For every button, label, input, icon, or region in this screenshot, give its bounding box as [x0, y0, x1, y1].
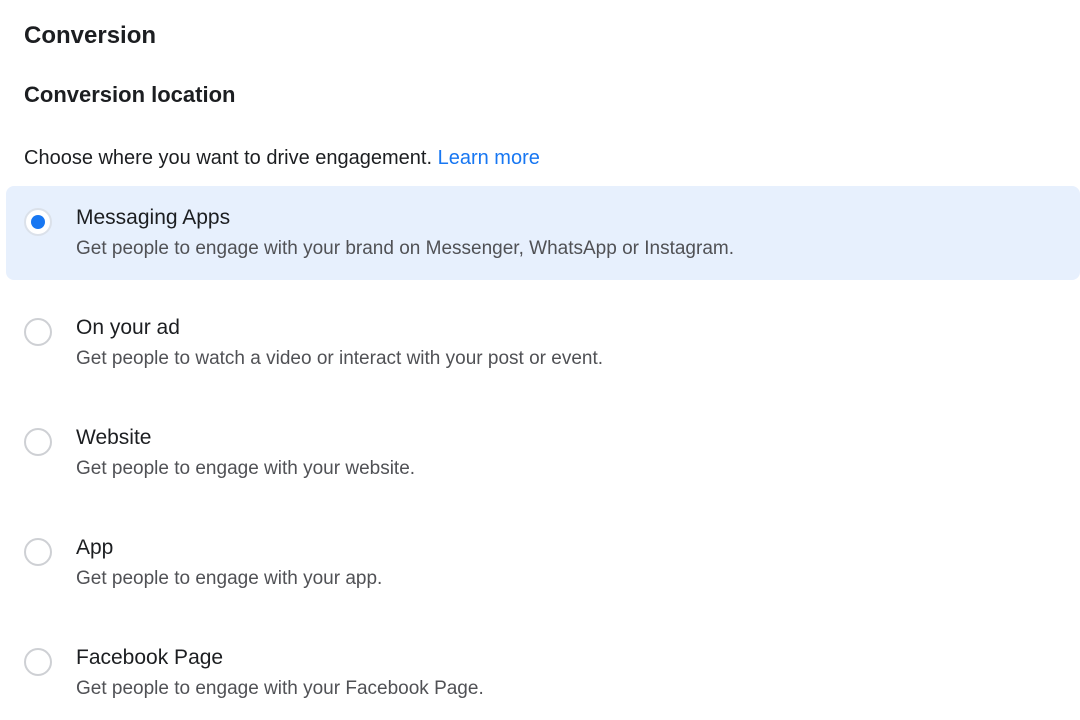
- radio-on-your-ad[interactable]: [24, 318, 52, 346]
- option-description: Get people to engage with your app.: [76, 566, 382, 592]
- option-website[interactable]: Website Get people to engage with your w…: [6, 406, 1080, 500]
- option-description: Get people to engage with your Facebook …: [76, 676, 484, 702]
- option-description: Get people to engage with your website.: [76, 456, 415, 482]
- radio-messaging-apps[interactable]: [24, 208, 52, 236]
- option-title: On your ad: [76, 314, 603, 342]
- radio-facebook-page[interactable]: [24, 648, 52, 676]
- option-text: Facebook Page Get people to engage with …: [76, 644, 484, 702]
- section-title: Conversion: [24, 22, 1056, 50]
- option-on-your-ad[interactable]: On your ad Get people to watch a video o…: [6, 296, 1080, 390]
- option-title: Facebook Page: [76, 644, 484, 672]
- option-facebook-page[interactable]: Facebook Page Get people to engage with …: [6, 626, 1080, 720]
- radio-website[interactable]: [24, 428, 52, 456]
- option-text: Messaging Apps Get people to engage with…: [76, 204, 734, 262]
- option-title: App: [76, 534, 382, 562]
- option-app[interactable]: App Get people to engage with your app.: [6, 516, 1080, 610]
- option-messaging-apps[interactable]: Messaging Apps Get people to engage with…: [6, 186, 1080, 280]
- conversion-location-options: Messaging Apps Get people to engage with…: [6, 186, 1080, 720]
- option-title: Messaging Apps: [76, 204, 734, 232]
- option-text: On your ad Get people to watch a video o…: [76, 314, 603, 372]
- option-description: Get people to watch a video or interact …: [76, 346, 603, 372]
- radio-dot-icon: [31, 215, 45, 229]
- radio-app[interactable]: [24, 538, 52, 566]
- option-title: Website: [76, 424, 415, 452]
- description-text: Choose where you want to drive engagemen…: [24, 147, 438, 169]
- learn-more-link[interactable]: Learn more: [438, 147, 540, 169]
- option-description: Get people to engage with your brand on …: [76, 236, 734, 262]
- option-text: App Get people to engage with your app.: [76, 534, 382, 592]
- option-text: Website Get people to engage with your w…: [76, 424, 415, 482]
- subsection-title: Conversion location: [24, 82, 1056, 108]
- conversion-description: Choose where you want to drive engagemen…: [24, 144, 1056, 172]
